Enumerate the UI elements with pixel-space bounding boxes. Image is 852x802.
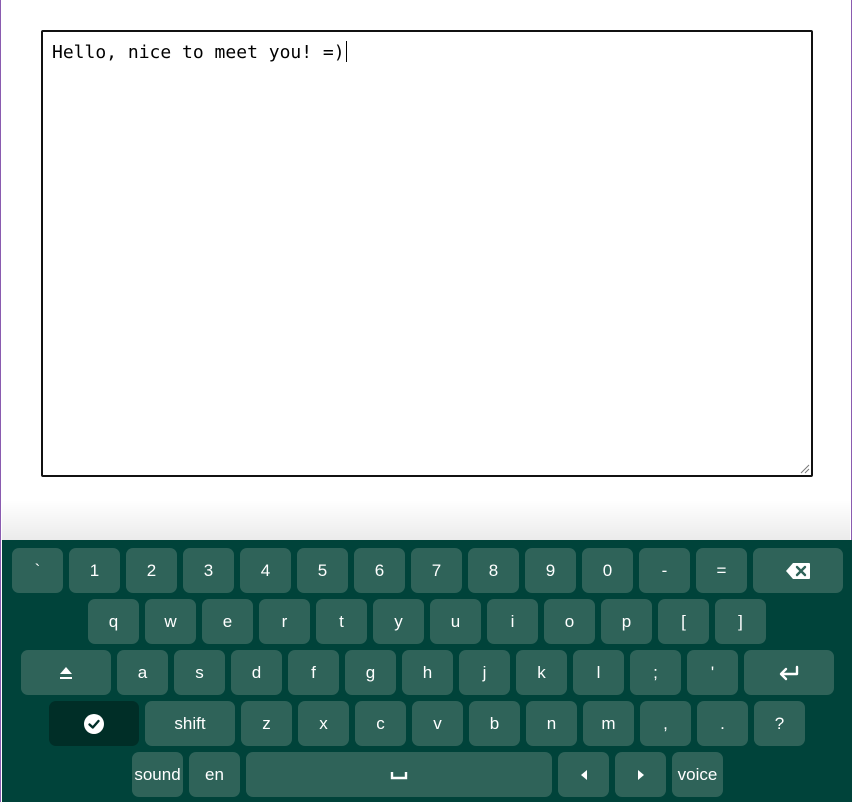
key-x[interactable]: x	[298, 701, 349, 746]
language-key[interactable]: en	[189, 752, 240, 797]
sound-key[interactable]: sound	[132, 752, 183, 797]
virtual-keyboard: ` 1 2 3 4 5 6 7 8 9 0 - = q w e r t y u …	[2, 540, 852, 802]
backspace-key[interactable]	[753, 548, 843, 593]
arrow-right-icon	[637, 769, 644, 780]
done-key[interactable]	[49, 701, 139, 746]
key-right-bracket[interactable]: ]	[715, 599, 766, 644]
arrow-left-key[interactable]	[558, 752, 609, 797]
key-quote[interactable]: '	[687, 650, 738, 695]
key-backtick[interactable]: `	[12, 548, 63, 593]
key-o[interactable]: o	[544, 599, 595, 644]
arrow-left-icon	[580, 769, 587, 780]
key-a[interactable]: a	[117, 650, 168, 695]
key-equals[interactable]: =	[696, 548, 747, 593]
key-f[interactable]: f	[288, 650, 339, 695]
enter-key[interactable]	[744, 650, 834, 695]
voice-key[interactable]: voice	[672, 752, 723, 797]
key-u[interactable]: u	[430, 599, 481, 644]
key-semicolon[interactable]: ;	[630, 650, 681, 695]
key-c[interactable]: c	[355, 701, 406, 746]
key-question[interactable]: ?	[754, 701, 805, 746]
key-p[interactable]: p	[601, 599, 652, 644]
page: Hello, nice to meet you! =) ` 1 2 3 4 5 …	[0, 0, 852, 802]
key-k[interactable]: k	[516, 650, 567, 695]
key-8[interactable]: 8	[468, 548, 519, 593]
key-i[interactable]: i	[487, 599, 538, 644]
key-1[interactable]: 1	[69, 548, 120, 593]
backspace-icon	[786, 562, 810, 579]
key-s[interactable]: s	[174, 650, 225, 695]
space-key[interactable]	[246, 752, 552, 797]
checkmark-icon	[84, 713, 104, 734]
key-y[interactable]: y	[373, 599, 424, 644]
key-m[interactable]: m	[583, 701, 634, 746]
resize-grip-icon[interactable]	[800, 464, 810, 474]
space-icon	[390, 771, 408, 779]
key-0[interactable]: 0	[582, 548, 633, 593]
arrow-right-key[interactable]	[615, 752, 666, 797]
key-4[interactable]: 4	[240, 548, 291, 593]
key-d[interactable]: d	[231, 650, 282, 695]
key-w[interactable]: w	[145, 599, 196, 644]
key-comma[interactable]: ,	[640, 701, 691, 746]
key-2[interactable]: 2	[126, 548, 177, 593]
key-e[interactable]: e	[202, 599, 253, 644]
caps-lock-icon	[60, 666, 72, 679]
key-h[interactable]: h	[402, 650, 453, 695]
key-3[interactable]: 3	[183, 548, 234, 593]
key-9[interactable]: 9	[525, 548, 576, 593]
key-7[interactable]: 7	[411, 548, 462, 593]
enter-icon	[779, 665, 799, 680]
key-minus[interactable]: -	[639, 548, 690, 593]
key-n[interactable]: n	[526, 701, 577, 746]
key-z[interactable]: z	[241, 701, 292, 746]
editor-text: Hello, nice to meet you! =)	[52, 42, 345, 63]
key-l[interactable]: l	[573, 650, 624, 695]
key-r[interactable]: r	[259, 599, 310, 644]
key-g[interactable]: g	[345, 650, 396, 695]
key-j[interactable]: j	[459, 650, 510, 695]
text-editor[interactable]: Hello, nice to meet you! =)	[41, 30, 813, 477]
keyboard-shadow	[2, 500, 850, 540]
caps-lock-key[interactable]	[21, 650, 111, 695]
text-caret	[345, 41, 347, 62]
key-v[interactable]: v	[412, 701, 463, 746]
key-period[interactable]: .	[697, 701, 748, 746]
shift-key[interactable]: shift	[145, 701, 235, 746]
key-b[interactable]: b	[469, 701, 520, 746]
key-left-bracket[interactable]: [	[658, 599, 709, 644]
key-6[interactable]: 6	[354, 548, 405, 593]
key-5[interactable]: 5	[297, 548, 348, 593]
key-q[interactable]: q	[88, 599, 139, 644]
key-t[interactable]: t	[316, 599, 367, 644]
